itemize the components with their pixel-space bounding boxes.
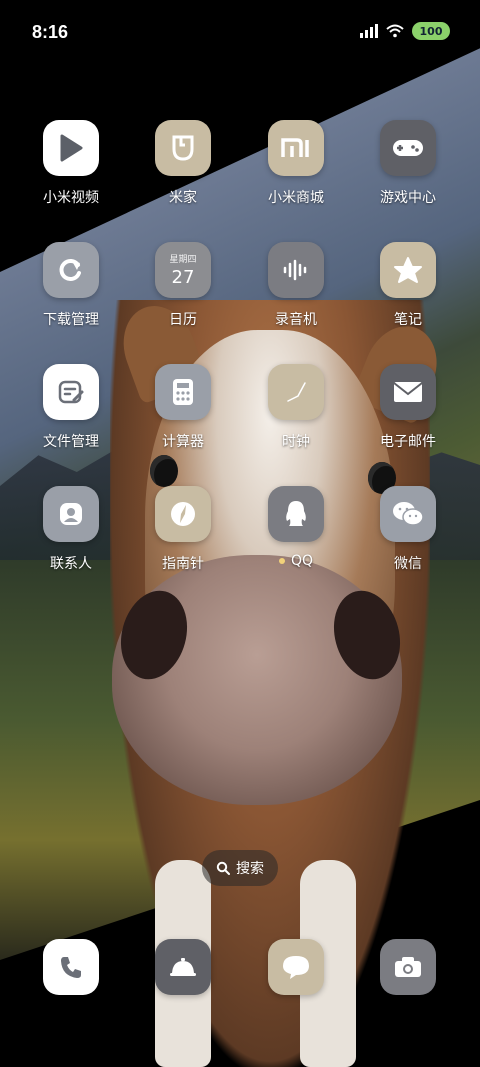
- mail-icon: [380, 364, 436, 420]
- app-qq[interactable]: QQ: [241, 486, 351, 569]
- app-label: 游戏中心: [380, 190, 436, 206]
- app-label: 时钟: [282, 434, 310, 450]
- app-label: 小米商城: [268, 190, 324, 206]
- mijia-icon: [155, 120, 211, 176]
- app-label: 计算器: [162, 434, 204, 450]
- dock-messages[interactable]: [241, 939, 351, 995]
- app-label: 电子邮件: [380, 434, 436, 450]
- camera-icon: [380, 939, 436, 995]
- app-label: 联系人: [50, 556, 92, 572]
- wifi-icon: [386, 24, 404, 38]
- message-icon: [268, 939, 324, 995]
- app-mijia[interactable]: 米家: [128, 120, 238, 207]
- app-label-text: QQ: [290, 553, 314, 569]
- app-xiaomi-store[interactable]: 小米商城: [241, 120, 351, 207]
- clock-icon: [268, 364, 324, 420]
- new-badge-dot: [278, 558, 285, 564]
- refresh-icon: [43, 242, 99, 298]
- qq-penguin-icon: [268, 486, 324, 542]
- app-xiaomi-video[interactable]: 小米视频: [16, 120, 126, 207]
- app-notes[interactable]: 笔记: [353, 242, 463, 329]
- app-label: 日历: [169, 312, 197, 328]
- horse-eye-left: [150, 455, 178, 487]
- search-button[interactable]: 搜索: [202, 850, 278, 886]
- status-bar: 8:16 100: [0, 0, 480, 68]
- app-label: 录音机: [275, 312, 317, 328]
- calendar-weekday: 星期四: [169, 255, 197, 265]
- search-icon: [216, 861, 230, 875]
- waveform-icon: [268, 242, 324, 298]
- app-label: 指南针: [162, 556, 204, 572]
- calendar-icon: 星期四 27: [155, 242, 211, 298]
- calculator-icon: [155, 364, 211, 420]
- app-game-center[interactable]: 游戏中心: [353, 120, 463, 207]
- app-recorder[interactable]: 录音机: [241, 242, 351, 329]
- signal-icon: [360, 24, 378, 38]
- app-wechat[interactable]: 微信: [353, 486, 463, 573]
- app-label: 米家: [169, 190, 197, 206]
- compass-icon: [155, 486, 211, 542]
- status-time: 8:16: [32, 22, 69, 42]
- app-contacts[interactable]: 联系人: [16, 486, 126, 573]
- dock-notifications[interactable]: [128, 939, 238, 995]
- app-clock[interactable]: 时钟: [241, 364, 351, 451]
- app-label: 笔记: [394, 312, 422, 328]
- status-indicators: 100: [360, 22, 450, 40]
- dock-camera[interactable]: [353, 939, 463, 995]
- dock-phone[interactable]: [16, 939, 126, 995]
- star-icon: [380, 242, 436, 298]
- app-label: 下载管理: [43, 312, 99, 328]
- app-compass[interactable]: 指南针: [128, 486, 238, 573]
- search-label: 搜索: [236, 861, 264, 877]
- app-label: 文件管理: [43, 434, 99, 450]
- document-icon: [43, 364, 99, 420]
- app-calculator[interactable]: 计算器: [128, 364, 238, 451]
- gamepad-icon: [380, 120, 436, 176]
- battery-indicator: 100: [412, 22, 450, 40]
- app-label: QQ: [241, 553, 351, 569]
- app-label: 微信: [394, 556, 422, 572]
- app-email[interactable]: 电子邮件: [353, 364, 463, 451]
- app-download-manager[interactable]: 下载管理: [16, 242, 126, 329]
- phone-icon: [43, 939, 99, 995]
- wechat-icon: [380, 486, 436, 542]
- calendar-day: 27: [171, 267, 195, 288]
- contact-icon: [43, 486, 99, 542]
- play-icon: [43, 120, 99, 176]
- app-label: 小米视频: [43, 190, 99, 206]
- app-calendar[interactable]: 星期四 27 日历: [128, 242, 238, 329]
- app-file-manager[interactable]: 文件管理: [16, 364, 126, 451]
- bell-icon: [155, 939, 211, 995]
- mi-logo-icon: [268, 120, 324, 176]
